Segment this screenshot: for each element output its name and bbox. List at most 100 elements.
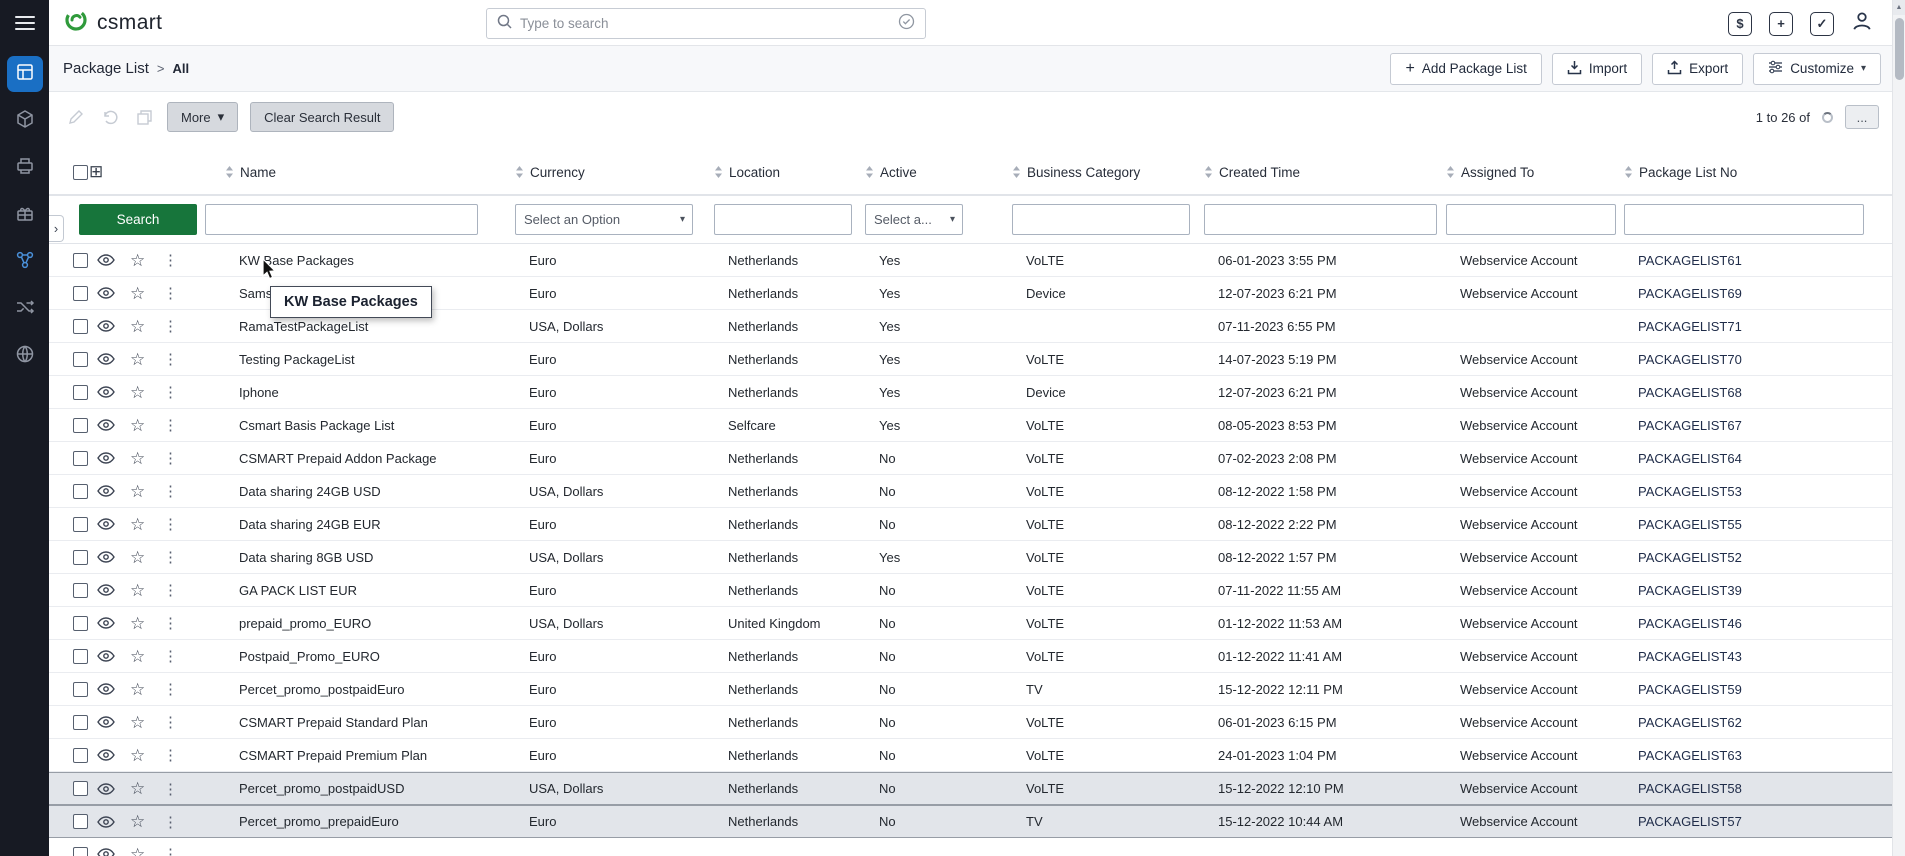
column-chooser-icon[interactable]: ⊞	[89, 162, 103, 182]
view-icon[interactable]	[97, 716, 115, 728]
clear-search-result-button[interactable]: Clear Search Result	[250, 102, 394, 132]
quick-add-icon[interactable]: +	[1769, 12, 1793, 36]
row-menu-icon[interactable]: ⋮	[155, 614, 205, 632]
row-name[interactable]: Data sharing 8GB USD	[205, 550, 515, 565]
row-checkbox[interactable]	[73, 649, 88, 664]
row-menu-icon[interactable]: ⋮	[155, 449, 205, 467]
row-menu-icon[interactable]: ⋮	[155, 416, 205, 434]
row-menu-icon[interactable]: ⋮	[155, 515, 205, 533]
more-button[interactable]: More ▾	[167, 102, 238, 132]
column-header-active[interactable]: Active	[865, 165, 1012, 180]
view-icon[interactable]	[97, 320, 115, 332]
import-button[interactable]: Import	[1552, 53, 1642, 85]
column-header-business-category[interactable]: Business Category	[1012, 165, 1204, 180]
favorite-star-icon[interactable]: ☆	[130, 813, 145, 830]
row-checkbox[interactable]	[73, 517, 88, 532]
sidebar-item-integrations[interactable]	[7, 291, 43, 327]
view-icon[interactable]	[97, 617, 115, 629]
pagination-overflow-button[interactable]: ...	[1845, 105, 1879, 129]
row-menu-icon[interactable]: ⋮	[155, 548, 205, 566]
row-menu-icon[interactable]: ⋮	[155, 845, 205, 856]
row-menu-icon[interactable]: ⋮	[155, 482, 205, 500]
column-header-created-time[interactable]: Created Time	[1204, 165, 1446, 180]
sidebar-item-packages[interactable]	[7, 56, 43, 92]
filter-name-input[interactable]	[205, 204, 478, 235]
row-name[interactable]: Percet_promo_postpaidEuro	[205, 682, 515, 697]
favorite-star-icon[interactable]: ☆	[130, 351, 145, 368]
row-name[interactable]: Percet_promo_prepaidEuro	[205, 814, 515, 829]
view-icon[interactable]	[97, 749, 115, 761]
favorite-star-icon[interactable]: ☆	[130, 384, 145, 401]
sidebar-item-offers[interactable]	[7, 197, 43, 233]
row-name[interactable]: prepaid_promo_EURO	[205, 616, 515, 631]
table-row[interactable]: ☆ ⋮ Data sharing 8GB USD USA, Dollars Ne…	[49, 541, 1905, 574]
user-profile-icon[interactable]	[1851, 10, 1873, 37]
scrollbar-up-icon[interactable]: ▲	[1893, 0, 1905, 15]
favorite-star-icon[interactable]: ☆	[130, 582, 145, 599]
row-checkbox[interactable]	[73, 319, 88, 334]
filter-location-input[interactable]	[714, 204, 852, 235]
favorite-star-icon[interactable]: ☆	[130, 780, 145, 797]
sidebar-item-inventory[interactable]	[7, 150, 43, 186]
copy-icon[interactable]	[133, 106, 155, 128]
add-package-list-button[interactable]: + Add Package List	[1390, 53, 1541, 85]
row-menu-icon[interactable]: ⋮	[155, 746, 205, 764]
filter-currency-select[interactable]: Select an Option ▾	[515, 204, 693, 235]
row-checkbox[interactable]	[73, 847, 88, 856]
view-icon[interactable]	[97, 783, 115, 795]
view-icon[interactable]	[97, 419, 115, 431]
favorite-star-icon[interactable]: ☆	[130, 747, 145, 764]
filter-created-time-input[interactable]	[1204, 204, 1437, 235]
row-menu-icon[interactable]: ⋮	[155, 813, 205, 831]
sidebar-item-products[interactable]	[7, 103, 43, 139]
breadcrumb-section[interactable]: Package List	[63, 60, 149, 77]
table-row[interactable]: ☆ ⋮ GA PACK LIST EUR Euro Netherlands No…	[49, 574, 1905, 607]
edit-icon[interactable]	[65, 106, 87, 128]
favorite-star-icon[interactable]: ☆	[130, 285, 145, 302]
row-name[interactable]: Percet_promo_postpaidUSD	[205, 781, 515, 796]
row-menu-icon[interactable]: ⋮	[155, 251, 205, 269]
filter-assigned-to-input[interactable]	[1446, 204, 1616, 235]
view-icon[interactable]	[97, 551, 115, 563]
view-icon[interactable]	[97, 816, 115, 828]
search-scope-check-icon[interactable]	[898, 13, 915, 35]
vertical-scrollbar[interactable]: ▲	[1892, 0, 1905, 856]
favorite-star-icon[interactable]: ☆	[130, 681, 145, 698]
table-row[interactable]: ☆ ⋮ Data sharing 24GB EUR Euro Netherlan…	[49, 508, 1905, 541]
row-checkbox[interactable]	[73, 748, 88, 763]
favorite-star-icon[interactable]: ☆	[130, 549, 145, 566]
view-icon[interactable]	[97, 452, 115, 464]
table-row[interactable]: ☆ ⋮ CSMART Prepaid Premium Plan Euro Net…	[49, 739, 1905, 772]
favorite-star-icon[interactable]: ☆	[130, 615, 145, 632]
row-menu-icon[interactable]: ⋮	[155, 647, 205, 665]
view-icon[interactable]	[97, 584, 115, 596]
view-icon[interactable]	[97, 287, 115, 299]
table-row[interactable]: ☆ ⋮ Testing PackageList Euro Netherlands…	[49, 343, 1905, 376]
row-checkbox[interactable]	[73, 781, 88, 796]
view-icon[interactable]	[97, 254, 115, 266]
table-row[interactable]: ☆ ⋮ Iphone Euro Netherlands Yes Device 1…	[49, 376, 1905, 409]
table-row[interactable]: ☆ ⋮ Percet_promo_postpaidEuro Euro Nethe…	[49, 673, 1905, 706]
table-row[interactable]: ☆ ⋮ prepaid_promo_EURO USA, Dollars Unit…	[49, 607, 1905, 640]
row-checkbox[interactable]	[73, 484, 88, 499]
view-icon[interactable]	[97, 485, 115, 497]
table-row[interactable]: ☆ ⋮	[49, 838, 1905, 856]
row-name[interactable]: Data sharing 24GB USD	[205, 484, 515, 499]
search-input[interactable]	[520, 16, 890, 31]
row-name[interactable]: Testing PackageList	[205, 352, 515, 367]
app-logo[interactable]: csmart	[63, 7, 162, 38]
table-row[interactable]: ☆ ⋮ CSMART Prepaid Addon Package Euro Ne…	[49, 442, 1905, 475]
row-name[interactable]: GA PACK LIST EUR	[205, 583, 515, 598]
row-name[interactable]: Csmart Basis Package List	[205, 418, 515, 433]
undo-icon[interactable]	[99, 106, 121, 128]
row-checkbox[interactable]	[73, 583, 88, 598]
favorite-star-icon[interactable]: ☆	[130, 450, 145, 467]
row-checkbox[interactable]	[73, 550, 88, 565]
view-icon[interactable]	[97, 683, 115, 695]
filter-active-select[interactable]: Select a... ▾	[865, 204, 963, 235]
table-row[interactable]: ☆ ⋮ Postpaid_Promo_EURO Euro Netherlands…	[49, 640, 1905, 673]
row-name[interactable]: Data sharing 24GB EUR	[205, 517, 515, 532]
filter-package-list-no-input[interactable]	[1624, 204, 1864, 235]
favorite-star-icon[interactable]: ☆	[130, 648, 145, 665]
row-checkbox[interactable]	[73, 814, 88, 829]
